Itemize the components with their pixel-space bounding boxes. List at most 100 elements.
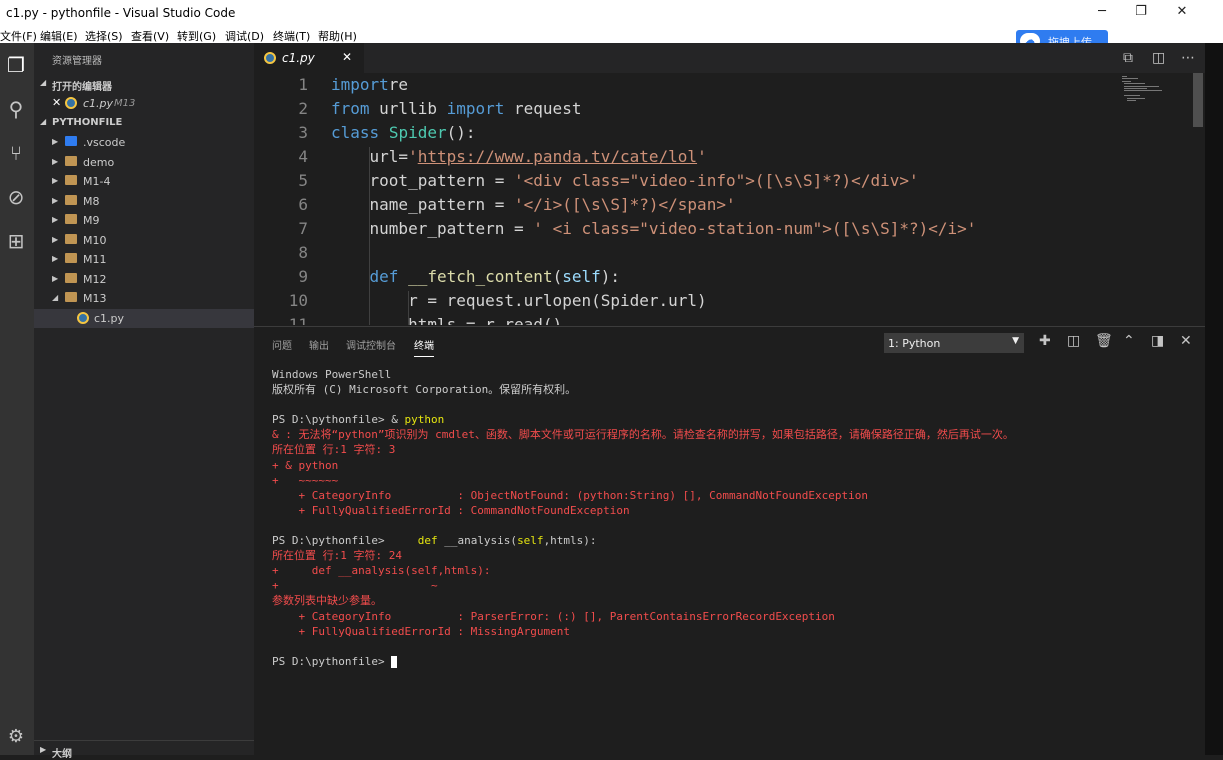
folder-item[interactable]: ▶ M1-4 <box>34 172 254 191</box>
folder-item[interactable]: ▶ M12 <box>34 270 254 289</box>
tab-output[interactable]: 输出 <box>309 337 329 352</box>
code-token: (): <box>446 123 476 142</box>
minimize-button[interactable]: ─ <box>1088 4 1116 22</box>
search-icon[interactable]: ⚲ <box>2 95 30 123</box>
tab-close-button[interactable]: ✕ <box>342 50 352 64</box>
close-panel-icon[interactable]: ✕ <box>1180 333 1192 349</box>
more-actions-icon[interactable]: ⋯ <box>1181 50 1195 66</box>
open-folder-icon <box>65 292 77 302</box>
folder-name: .vscode <box>83 136 126 149</box>
new-terminal-icon[interactable]: ✚ <box>1039 333 1051 349</box>
maximize-panel-icon[interactable]: ⌃ <box>1123 333 1135 349</box>
code-token: ' <i class="video-station-num">([\s\S]*?… <box>533 219 977 238</box>
split-editor-icon[interactable]: ◫ <box>1152 50 1165 66</box>
terminal-text: 所在位置 行:1 字符: 3 <box>272 443 396 457</box>
close-icon[interactable]: ✕ <box>52 96 61 109</box>
project-label: PYTHONFILE <box>52 117 123 128</box>
terminal-panel: 问题 输出 调试控制台 终端 1: Python ▼ ✚ ◫ 🗑 ⌃ ◨ ✕ W… <box>254 326 1205 755</box>
folder-item-expanded[interactable]: ◢ M13 <box>34 289 254 308</box>
source-control-icon[interactable]: ⑂ <box>2 139 30 167</box>
code-token: ( <box>552 267 563 286</box>
scrollbar-thumb[interactable] <box>1193 73 1203 127</box>
menu-selection[interactable]: 选择(S) <box>85 28 123 44</box>
tab-problems[interactable]: 问题 <box>272 337 292 352</box>
python-file-icon <box>264 52 276 64</box>
outline-section[interactable]: ▶ 大纲 <box>34 740 254 760</box>
terminal-line: PS D:\pythonfile> def __analysis(self,ht… <box>272 533 1192 548</box>
menu-file[interactable]: 文件(F) <box>0 28 37 44</box>
code-token: request <box>504 99 582 118</box>
tab-debug-console[interactable]: 调试控制台 <box>346 337 396 352</box>
chevron-right-icon: ▶ <box>52 254 59 263</box>
code-editor[interactable]: 1 importre 2 from urllib import request 3 cla… <box>254 73 1191 325</box>
terminal-text: + FullyQualifiedErrorId : CommandNotFoun… <box>272 503 630 517</box>
restore-button[interactable]: ❐ <box>1127 4 1155 22</box>
open-editors-section[interactable]: ◢ 打开的编辑器 <box>34 74 254 94</box>
minimap-line <box>1126 100 1137 101</box>
gear-icon[interactable]: ⚙ <box>2 723 30 751</box>
file-item-active[interactable]: c1.py <box>34 308 254 328</box>
split-terminal-icon[interactable]: ◫ <box>1067 333 1080 349</box>
code-token: r = request.urlopen(Spider.url) <box>331 291 707 310</box>
tab-c1-py[interactable]: c1.py ✕ <box>254 43 364 73</box>
code-token: ): <box>600 267 621 286</box>
panel-layout-icon[interactable]: ◨ <box>1151 333 1164 349</box>
menu-debug[interactable]: 调试(D) <box>225 28 264 44</box>
terminal-selector[interactable]: 1: Python ▼ <box>884 333 1024 353</box>
folder-item[interactable]: ▶ M9 <box>34 211 254 230</box>
folder-item[interactable]: ▶ M11 <box>34 250 254 269</box>
editor-scrollbar[interactable] <box>1191 73 1205 325</box>
chevron-down-icon: ◢ <box>40 117 47 126</box>
python-file-icon <box>77 311 89 324</box>
open-file-status: M13 <box>114 98 136 109</box>
line-number: 11 <box>288 315 308 325</box>
line-number: 1 <box>298 75 308 94</box>
menu-help[interactable]: 帮助(H) <box>318 28 357 44</box>
indent-guide <box>408 291 409 325</box>
code-token: def <box>369 267 399 286</box>
terminal-line: + ~~~~~~ <box>272 473 1192 488</box>
terminal-text: __analysis( <box>437 534 518 548</box>
project-section[interactable]: ◢ PYTHONFILE <box>34 113 254 133</box>
folder-icon <box>65 253 77 263</box>
folder-item[interactable]: ▶ .vscode <box>34 133 254 152</box>
open-editor-item[interactable]: ✕ c1.py M13 <box>34 94 254 113</box>
code-token: root_pattern = <box>331 171 515 190</box>
debug-icon[interactable]: ⊘ <box>2 183 30 211</box>
folder-name: M11 <box>83 253 107 266</box>
folder-item[interactable]: ▶ M8 <box>34 192 254 211</box>
open-preview-icon[interactable]: ⧉ <box>1123 50 1133 66</box>
folder-item[interactable]: ▶ demo <box>34 153 254 172</box>
menu-go[interactable]: 转到(G) <box>177 28 216 44</box>
activity-bar: ❐ ⚲ ⑂ ⊘ ⊞ ⚙ <box>0 43 34 755</box>
trash-icon[interactable]: 🗑 <box>1095 333 1113 349</box>
line-number: 7 <box>298 219 308 238</box>
code-line: url='https://www.panda.tv/cate/lol' <box>331 147 707 166</box>
explorer-icon[interactable]: ❐ <box>2 51 30 79</box>
extensions-icon[interactable]: ⊞ <box>2 227 30 255</box>
code-token: __fetch_content <box>408 267 553 286</box>
terminal-output[interactable]: Windows PowerShell 版权所有 (C) Microsoft Cor… <box>272 367 1192 669</box>
chevron-right-icon: ▶ <box>52 273 59 283</box>
window-title: c1.py - pythonfile - Visual Studio Code <box>6 6 236 20</box>
terminal-line: + FullyQualifiedErrorId : CommandNotFoun… <box>272 503 1192 518</box>
chevron-right-icon: ▶ <box>52 215 59 224</box>
terminal-line: 所在位置 行:1 字符: 3 <box>272 442 1192 457</box>
menu-view[interactable]: 查看(V) <box>131 28 169 44</box>
code-line: name_pattern = '</i>([\s\S]*?)</span>' <box>331 195 736 214</box>
menu-terminal[interactable]: 终端(T) <box>273 28 310 44</box>
folder-item[interactable]: ▶ M10 <box>34 231 254 250</box>
terminal-line: + CategoryInfo : ObjectNotFound: (python… <box>272 488 1192 503</box>
close-button[interactable]: ✕ <box>1168 4 1196 22</box>
code-token: import <box>331 75 389 94</box>
code-token: from <box>331 99 370 118</box>
terminal-line: & : 无法将“python”项识别为 cmdlet、函数、脚本文件或可运行程序… <box>272 427 1192 442</box>
minimap-line <box>1124 90 1163 92</box>
chevron-right-icon: ▶ <box>52 137 59 146</box>
tab-terminal[interactable]: 终端 <box>414 337 434 357</box>
minimap[interactable] <box>1118 73 1191 325</box>
terminal-text: + FullyQualifiedErrorId : MissingArgumen… <box>272 624 571 638</box>
menu-edit[interactable]: 编辑(E) <box>40 28 78 44</box>
